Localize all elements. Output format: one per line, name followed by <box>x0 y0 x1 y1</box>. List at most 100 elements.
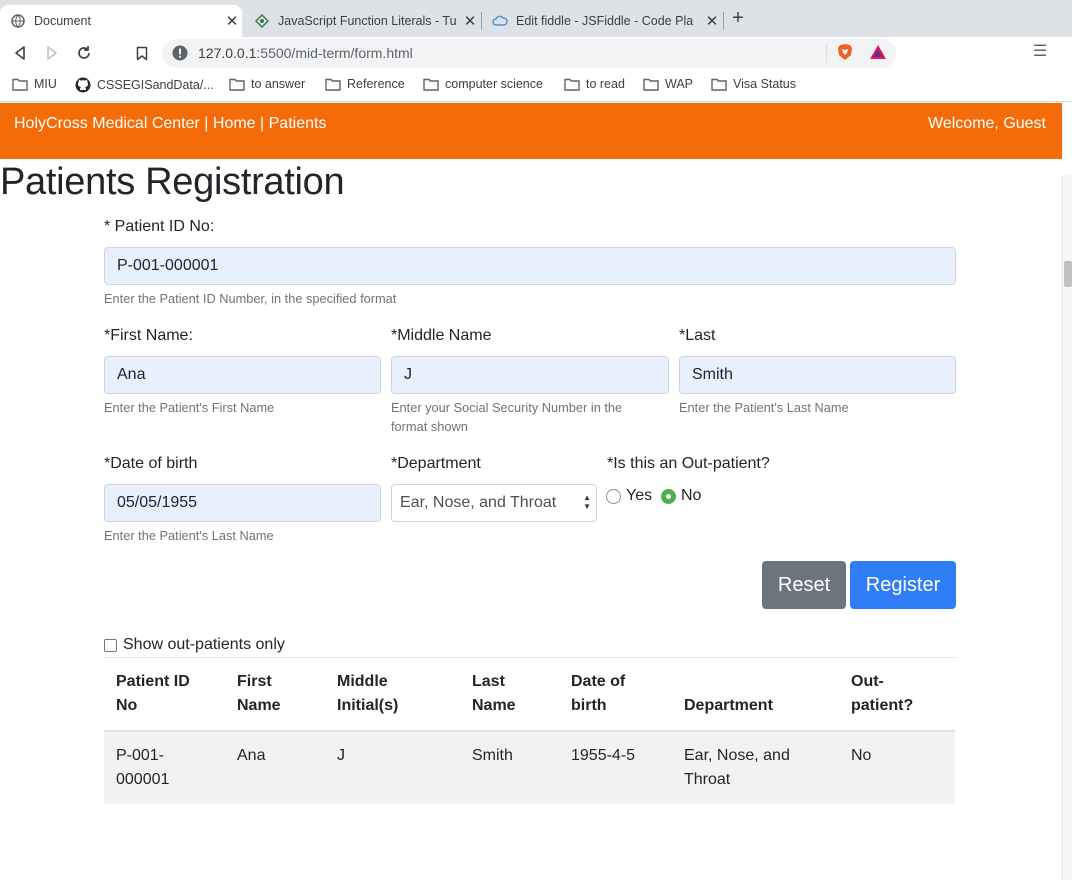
bookmark-to-answer[interactable]: to answer <box>229 77 305 91</box>
brave-rewards-icon[interactable] <box>867 41 889 63</box>
dob-label: *Date of birth <box>104 455 198 472</box>
first-name-input[interactable]: Ana <box>104 356 381 394</box>
patients-table: Patient ID No First Name Middle Initial(… <box>104 657 955 804</box>
select-arrows-icon: ▲ ▼ <box>583 493 591 511</box>
folder-icon <box>229 78 245 91</box>
register-button[interactable]: Register <box>850 561 956 609</box>
dob-input[interactable]: 05/05/1955 <box>104 484 381 522</box>
table-header-row: Patient ID No First Name Middle Initial(… <box>104 657 955 732</box>
last-name-help: Enter the Patient's Last Name <box>679 400 849 415</box>
middle-name-help: Enter your Social Security Number in the… <box>391 400 623 434</box>
patient-id-label: * Patient ID No: <box>104 218 215 235</box>
radio-no-label: No <box>681 487 702 504</box>
patient-id-help: Enter the Patient ID Number, in the spec… <box>104 291 397 306</box>
last-name-label: *Last <box>679 327 716 344</box>
col-first-name: First Name <box>225 657 325 732</box>
radio-yes-label: Yes <box>626 487 653 504</box>
patient-id-input[interactable]: P-001-000001 <box>104 247 956 285</box>
outpatient-no-radio[interactable]: No <box>661 487 701 505</box>
close-tab-icon[interactable]: ✕ <box>702 12 722 30</box>
url-text: 127.0.0.1:5500/mid-term/form.html <box>198 45 413 61</box>
folder-icon <box>12 78 28 91</box>
bookmark-cssegis[interactable]: CSSEGISandData/... <box>75 77 214 93</box>
address-bar[interactable]: 127.0.0.1:5500/mid-term/form.html <box>162 39 896 68</box>
col-patient-id: Patient ID No <box>104 657 225 732</box>
col-middle-initial: Middle Initial(s) <box>325 657 460 732</box>
col-outpatient: Out-patient? <box>839 657 955 732</box>
department-selected: Ear, Nose, and Throat <box>400 494 557 511</box>
folder-icon <box>564 78 580 91</box>
toolbar-divider <box>826 44 827 62</box>
browser-menu-icon[interactable]: ☰ <box>1031 41 1049 63</box>
bookmark-miu[interactable]: MIU <box>12 77 57 91</box>
cell-department: Ear, Nose, and Throat <box>684 747 790 788</box>
cell-first-name: Ana <box>237 747 266 764</box>
bookmark-to-read[interactable]: to read <box>564 77 625 91</box>
filter-label: Show out-patients only <box>123 636 285 653</box>
folder-icon <box>711 78 727 91</box>
close-tab-icon[interactable]: ✕ <box>222 12 242 30</box>
col-department: Department <box>672 657 839 732</box>
radio-checked-icon[interactable] <box>661 488 676 504</box>
outpatient-filter[interactable]: Show out-patients only <box>104 636 285 654</box>
browser-toolbar: 127.0.0.1:5500/mid-term/form.html <box>0 37 1072 70</box>
navbar-links: HolyCross Medical Center | Home | Patien… <box>14 115 326 133</box>
bookmarks-bar: MIU CSSEGISandData/... to answer Referen… <box>0 70 1072 102</box>
page-title: Patients Registration <box>0 161 345 203</box>
forward-icon[interactable] <box>40 41 64 65</box>
col-dob: Date of birth <box>559 657 672 732</box>
bookmark-wap[interactable]: WAP <box>643 77 693 91</box>
welcome-text: Welcome, Guest <box>928 115 1046 132</box>
cell-middle-initial: J <box>337 747 345 764</box>
department-select[interactable]: Ear, Nose, and Throat ▲ ▼ <box>391 484 597 522</box>
browser-tab-js-literals[interactable]: JavaScript Function Literals - Tu ✕ <box>244 5 480 37</box>
cell-last-name: Smith <box>472 747 513 764</box>
new-tab-icon[interactable]: + <box>728 8 748 30</box>
patients-link[interactable]: Patients <box>269 115 327 133</box>
close-tab-icon[interactable]: ✕ <box>460 12 480 30</box>
tab-title: Edit fiddle - JSFiddle - Code Pla <box>516 14 694 28</box>
cell-patient-id: P-001- 000001 <box>116 747 170 788</box>
table-row: P-001- 000001 Ana J Smith 1955-4-5 Ear, N… <box>104 731 955 804</box>
radio-unchecked-icon[interactable] <box>606 488 621 504</box>
reset-button[interactable]: Reset <box>762 561 846 609</box>
info-icon[interactable] <box>172 45 188 66</box>
folder-icon <box>423 78 439 91</box>
first-name-help: Enter the Patient's First Name <box>104 400 275 415</box>
page-scrollbar[interactable] <box>1062 175 1072 880</box>
middle-name-input[interactable]: J <box>391 356 669 394</box>
bookmark-visa-status[interactable]: Visa Status <box>711 77 796 91</box>
dob-help: Enter the Patient's Last Name <box>104 528 274 543</box>
browser-tab-bar: Document ✕ JavaScript Function Literals … <box>0 0 1072 37</box>
bookmark-computer-science[interactable]: computer science <box>423 77 543 91</box>
tab-title: JavaScript Function Literals - Tu <box>278 14 457 28</box>
first-name-label: *First Name: <box>104 327 193 344</box>
back-icon[interactable] <box>8 41 32 65</box>
navbar-separator: | <box>199 115 213 132</box>
last-name-input[interactable]: Smith <box>679 356 956 394</box>
brave-shield-icon[interactable] <box>834 41 856 63</box>
brand-link[interactable]: HolyCross Medical Center <box>14 115 200 133</box>
cell-dob: 1955-4-5 <box>571 747 636 764</box>
tab-separator <box>723 12 724 30</box>
github-icon <box>75 77 91 93</box>
col-last-name: Last Name <box>460 657 559 732</box>
outpatient-yes-radio[interactable]: Yes <box>606 487 652 505</box>
tab-title: Document <box>34 14 91 28</box>
scrollbar-thumb[interactable] <box>1064 261 1072 287</box>
diamond-icon <box>254 13 270 29</box>
folder-icon <box>643 78 659 91</box>
browser-tab-document[interactable]: Document ✕ <box>0 5 242 37</box>
site-navbar: HolyCross Medical Center | Home | Patien… <box>0 103 1062 159</box>
outpatient-label: *Is this an Out-patient? <box>607 455 770 472</box>
cloud-icon <box>492 13 508 29</box>
reload-icon[interactable] <box>72 41 96 65</box>
folder-icon <box>325 78 341 91</box>
middle-name-label: *Middle Name <box>391 327 492 344</box>
filter-checkbox[interactable] <box>104 638 117 652</box>
browser-tab-jsfiddle[interactable]: Edit fiddle - JSFiddle - Code Pla ✕ <box>482 5 722 37</box>
bookmark-icon[interactable] <box>130 41 154 65</box>
bookmark-reference[interactable]: Reference <box>325 77 405 91</box>
home-link[interactable]: Home <box>213 115 256 133</box>
cell-outpatient: No <box>851 747 872 764</box>
